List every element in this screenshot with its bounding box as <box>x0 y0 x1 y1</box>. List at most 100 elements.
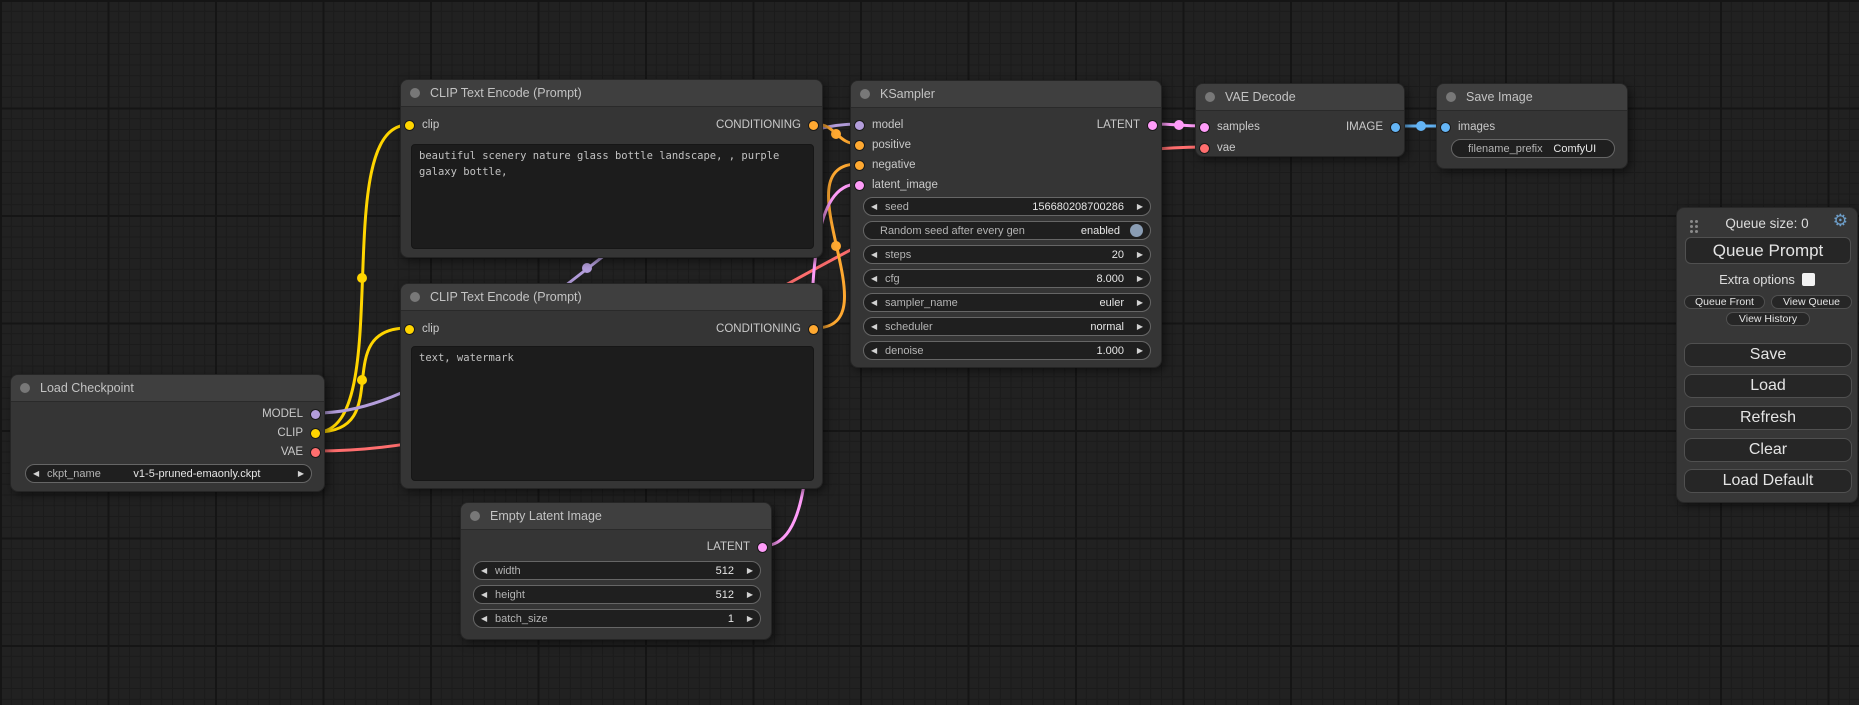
refresh-button[interactable]: Refresh <box>1684 406 1852 430</box>
arrow-right-icon[interactable]: ▶ <box>1132 202 1143 211</box>
input-dot-clip[interactable] <box>405 325 414 334</box>
batch-size-widget[interactable]: ◀ batch_size 1 ▶ <box>473 609 761 628</box>
input-dot-model[interactable] <box>855 121 864 130</box>
widget-value: ComfyUI <box>1543 143 1607 155</box>
arrow-right-icon[interactable]: ▶ <box>1132 346 1143 355</box>
node-header[interactable]: KSampler <box>851 81 1161 108</box>
link-dot <box>1416 121 1426 131</box>
arrow-left-icon[interactable]: ◀ <box>481 590 492 599</box>
arrow-right-icon[interactable]: ▶ <box>742 614 753 623</box>
arrow-left-icon[interactable]: ◀ <box>871 202 882 211</box>
node-title: Load Checkpoint <box>40 381 134 395</box>
node-ksampler[interactable]: KSampler model positive negative latent_… <box>850 80 1162 368</box>
load-button[interactable]: Load <box>1684 374 1852 398</box>
arrow-right-icon[interactable]: ▶ <box>1132 250 1143 259</box>
output-dot-vae[interactable] <box>311 448 320 457</box>
input-dot-vae[interactable] <box>1200 144 1209 153</box>
clear-button[interactable]: Clear <box>1684 438 1852 462</box>
node-title: VAE Decode <box>1225 90 1296 104</box>
collapse-dot-icon[interactable] <box>860 89 870 99</box>
node-header[interactable]: Load Checkpoint <box>11 375 324 402</box>
view-history-button[interactable]: View History <box>1726 312 1810 326</box>
collapse-dot-icon[interactable] <box>410 292 420 302</box>
prompt-textarea[interactable]: text, watermark <box>411 346 814 481</box>
arrow-right-icon[interactable]: ▶ <box>293 469 304 478</box>
output-dot-conditioning[interactable] <box>809 325 818 334</box>
node-clip-text-encode-positive[interactable]: CLIP Text Encode (Prompt) clip CONDITION… <box>400 79 823 258</box>
input-label: images <box>1458 121 1495 133</box>
output-slot-model: MODEL <box>262 405 320 423</box>
queue-panel[interactable]: Queue size: 0 ⚙ Queue Prompt Extra optio… <box>1676 207 1858 503</box>
input-label: vae <box>1217 142 1236 154</box>
collapse-dot-icon[interactable] <box>470 511 480 521</box>
output-dot-latent[interactable] <box>758 543 767 552</box>
widget-label: sampler_name <box>885 297 958 309</box>
input-slot-model: model <box>855 116 903 134</box>
height-widget[interactable]: ◀ height 512 ▶ <box>473 585 761 604</box>
arrow-right-icon[interactable]: ▶ <box>742 590 753 599</box>
input-slot-samples: samples <box>1200 118 1260 136</box>
arrow-left-icon[interactable]: ◀ <box>871 322 882 331</box>
arrow-left-icon[interactable]: ◀ <box>871 274 882 283</box>
input-dot-images[interactable] <box>1441 123 1450 132</box>
gear-icon[interactable]: ⚙ <box>1833 212 1848 229</box>
toggle-dot-icon[interactable] <box>1130 224 1143 237</box>
node-save-image[interactable]: Save Image images filename_prefix ComfyU… <box>1436 83 1628 169</box>
ckpt-name-widget[interactable]: ◀ ckpt_name v1-5-pruned-emaonly.ckpt ▶ <box>25 464 312 483</box>
arrow-left-icon[interactable]: ◀ <box>481 614 492 623</box>
node-clip-text-encode-negative[interactable]: CLIP Text Encode (Prompt) clip CONDITION… <box>400 283 823 489</box>
node-header[interactable]: CLIP Text Encode (Prompt) <box>401 284 822 311</box>
node-header[interactable]: VAE Decode <box>1196 84 1404 111</box>
arrow-left-icon[interactable]: ◀ <box>871 250 882 259</box>
widget-value: 1 <box>548 613 742 625</box>
cfg-widget[interactable]: ◀ cfg 8.000 ▶ <box>863 269 1151 288</box>
widget-value: 8.000 <box>900 273 1132 285</box>
arrow-right-icon[interactable]: ▶ <box>1132 322 1143 331</box>
arrow-left-icon[interactable]: ◀ <box>33 469 44 478</box>
collapse-dot-icon[interactable] <box>410 88 420 98</box>
node-vae-decode[interactable]: VAE Decode samples vae IMAGE <box>1195 83 1405 157</box>
scheduler-widget[interactable]: ◀ scheduler normal ▶ <box>863 317 1151 336</box>
view-queue-button[interactable]: View Queue <box>1771 295 1852 309</box>
denoise-widget[interactable]: ◀ denoise 1.000 ▶ <box>863 341 1151 360</box>
output-dot-model[interactable] <box>311 410 320 419</box>
input-dot-positive[interactable] <box>855 141 864 150</box>
link-dot <box>357 375 367 385</box>
queue-prompt-button[interactable]: Queue Prompt <box>1685 237 1851 264</box>
node-empty-latent-image[interactable]: Empty Latent Image LATENT ◀ width 512 ▶ … <box>460 502 772 640</box>
seed-widget[interactable]: ◀ seed 156680208700286 ▶ <box>863 197 1151 216</box>
collapse-dot-icon[interactable] <box>1446 92 1456 102</box>
sampler-name-widget[interactable]: ◀ sampler_name euler ▶ <box>863 293 1151 312</box>
widget-value: enabled <box>1025 225 1128 237</box>
input-dot-clip[interactable] <box>405 121 414 130</box>
load-default-button[interactable]: Load Default <box>1684 469 1852 493</box>
input-dot-negative[interactable] <box>855 161 864 170</box>
node-graph-canvas[interactable]: Load Checkpoint MODEL CLIP VAE ◀ ckpt_na… <box>0 0 1859 705</box>
arrow-right-icon[interactable]: ▶ <box>1132 298 1143 307</box>
output-dot-image[interactable] <box>1391 123 1400 132</box>
node-header[interactable]: CLIP Text Encode (Prompt) <box>401 80 822 107</box>
prompt-textarea[interactable]: beautiful scenery nature glass bottle la… <box>411 144 814 249</box>
arrow-left-icon[interactable]: ◀ <box>481 566 492 575</box>
node-load-checkpoint[interactable]: Load Checkpoint MODEL CLIP VAE ◀ ckpt_na… <box>10 374 325 492</box>
collapse-dot-icon[interactable] <box>1205 92 1215 102</box>
arrow-right-icon[interactable]: ▶ <box>1132 274 1143 283</box>
arrow-left-icon[interactable]: ◀ <box>871 298 882 307</box>
output-dot-latent[interactable] <box>1148 121 1157 130</box>
node-header[interactable]: Save Image <box>1437 84 1627 111</box>
output-dot-conditioning[interactable] <box>809 121 818 130</box>
input-dot-latent-image[interactable] <box>855 181 864 190</box>
arrow-right-icon[interactable]: ▶ <box>742 566 753 575</box>
output-dot-clip[interactable] <box>311 429 320 438</box>
input-dot-samples[interactable] <box>1200 123 1209 132</box>
node-header[interactable]: Empty Latent Image <box>461 503 771 530</box>
collapse-dot-icon[interactable] <box>20 383 30 393</box>
filename-prefix-widget[interactable]: filename_prefix ComfyUI <box>1451 139 1615 158</box>
arrow-left-icon[interactable]: ◀ <box>871 346 882 355</box>
width-widget[interactable]: ◀ width 512 ▶ <box>473 561 761 580</box>
queue-front-button[interactable]: Queue Front <box>1684 295 1765 309</box>
random-seed-toggle[interactable]: Random seed after every gen enabled <box>863 221 1151 240</box>
steps-widget[interactable]: ◀ steps 20 ▶ <box>863 245 1151 264</box>
save-button[interactable]: Save <box>1684 343 1852 367</box>
extra-options-checkbox[interactable] <box>1802 273 1815 286</box>
